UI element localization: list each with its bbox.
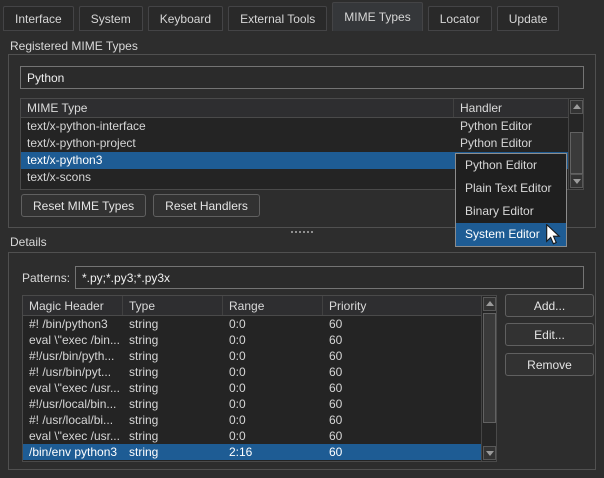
magic-table-row[interactable]: #! /usr/bin/pyt...string0:060 — [23, 364, 496, 380]
splitter-handle[interactable] — [291, 231, 293, 233]
group-title-registered-mime-types: Registered MIME Types — [10, 39, 138, 53]
priority-cell: 60 — [323, 332, 481, 348]
column-header-priority[interactable]: Priority — [323, 296, 481, 315]
magic-header-cell: eval \"exec /usr... — [23, 380, 123, 396]
range-cell: 0:0 — [223, 412, 323, 428]
patterns-input[interactable] — [75, 266, 584, 289]
magic-header-cell: #! /usr/local/bi... — [23, 412, 123, 428]
priority-cell: 60 — [323, 396, 481, 412]
magic-header-cell: eval \"exec /bin... — [23, 332, 123, 348]
type-cell: string — [123, 444, 223, 460]
magic-table-row[interactable]: eval \"exec /usr...string0:060 — [23, 380, 496, 396]
column-header-handler[interactable]: Handler — [454, 99, 568, 117]
reset-buttons-row: Reset MIME Types Reset Handlers — [21, 194, 260, 217]
magic-table-header[interactable]: Magic Header Type Range Priority — [23, 296, 496, 316]
magic-header-cell: eval \"exec /usr... — [23, 428, 123, 444]
priority-cell: 60 — [323, 348, 481, 364]
magic-table-row[interactable]: /bin/env python3string2:1660 — [23, 444, 496, 460]
tab-mime-types[interactable]: MIME Types — [332, 2, 422, 31]
tab-bar: InterfaceSystemKeyboardExternal ToolsMIM… — [3, 2, 564, 31]
magic-table-body: #! /bin/python3string0:060eval \"exec /b… — [23, 316, 496, 460]
magic-table-row[interactable]: eval \"exec /bin...string0:060 — [23, 332, 496, 348]
magic-header-cell: /bin/env python3 — [23, 444, 123, 460]
mime-table-row[interactable]: text/x-python-interfacePython Editor — [21, 118, 583, 135]
dropdown-item-plain-text-editor[interactable]: Plain Text Editor — [456, 177, 566, 200]
scrollbar-thumb[interactable] — [570, 132, 583, 174]
scrollbar-thumb[interactable] — [483, 313, 496, 423]
type-cell: string — [123, 316, 223, 332]
mime-type-cell: text/x-scons — [21, 169, 454, 186]
type-cell: string — [123, 380, 223, 396]
type-cell: string — [123, 428, 223, 444]
scroll-down-icon — [573, 179, 581, 184]
magic-headers-table[interactable]: Magic Header Type Range Priority #! /bin… — [22, 295, 497, 462]
remove-button[interactable]: Remove — [505, 353, 594, 376]
column-header-range[interactable]: Range — [223, 296, 323, 315]
magic-table-row[interactable]: eval \"exec /usr...string0:060 — [23, 428, 496, 444]
scroll-up-icon — [573, 104, 581, 109]
type-cell: string — [123, 364, 223, 380]
handler-cell: Python Editor — [454, 135, 583, 152]
scroll-down-button[interactable] — [570, 174, 583, 188]
magic-table-scrollbar[interactable] — [481, 296, 496, 461]
dropdown-item-python-editor[interactable]: Python Editor — [456, 154, 566, 177]
mime-type-cell: text/x-python3 — [21, 152, 454, 169]
patterns-label: Patterns: — [22, 271, 70, 285]
magic-header-cell: #!/usr/bin/pyth... — [23, 348, 123, 364]
priority-cell: 60 — [323, 412, 481, 428]
scroll-up-icon — [486, 301, 494, 306]
magic-table-row[interactable]: #!/usr/bin/pyth...string0:060 — [23, 348, 496, 364]
mouse-cursor — [546, 224, 561, 245]
dropdown-item-binary-editor[interactable]: Binary Editor — [456, 200, 566, 223]
type-cell: string — [123, 412, 223, 428]
magic-table-row[interactable]: #!/usr/local/bin...string0:060 — [23, 396, 496, 412]
handler-cell: Python Editor — [454, 118, 583, 135]
tab-update[interactable]: Update — [497, 6, 560, 31]
magic-header-cell: #!/usr/local/bin... — [23, 396, 123, 412]
tab-interface[interactable]: Interface — [3, 6, 74, 31]
range-cell: 0:0 — [223, 316, 323, 332]
range-cell: 0:0 — [223, 428, 323, 444]
magic-header-cell: #! /usr/bin/pyt... — [23, 364, 123, 380]
tab-external-tools[interactable]: External Tools — [228, 6, 327, 31]
mime-table-row[interactable]: text/x-python-projectPython Editor — [21, 135, 583, 152]
tab-keyboard[interactable]: Keyboard — [148, 6, 223, 31]
scroll-down-button[interactable] — [483, 446, 496, 460]
mime-type-cell: text/x-python-interface — [21, 118, 454, 135]
mime-filter-input[interactable] — [20, 66, 584, 89]
type-cell: string — [123, 348, 223, 364]
mime-type-cell: text/x-python-project — [21, 135, 454, 152]
range-cell: 2:16 — [223, 444, 323, 460]
column-header-magic-header[interactable]: Magic Header — [23, 296, 123, 315]
column-header-mime-type[interactable]: MIME Type — [21, 99, 454, 117]
priority-cell: 60 — [323, 428, 481, 444]
mime-table-header[interactable]: MIME Type Handler — [21, 99, 583, 118]
range-cell: 0:0 — [223, 380, 323, 396]
type-cell: string — [123, 396, 223, 412]
range-cell: 0:0 — [223, 332, 323, 348]
reset-handlers-button[interactable]: Reset Handlers — [153, 194, 260, 217]
mime-table-scrollbar[interactable] — [568, 99, 583, 189]
magic-header-cell: #! /bin/python3 — [23, 316, 123, 332]
scroll-down-icon — [486, 451, 494, 456]
priority-cell: 60 — [323, 444, 481, 460]
range-cell: 0:0 — [223, 396, 323, 412]
type-cell: string — [123, 332, 223, 348]
reset-mime-types-button[interactable]: Reset MIME Types — [21, 194, 146, 217]
tab-locator[interactable]: Locator — [428, 6, 492, 31]
edit-button[interactable]: Edit... — [505, 323, 594, 346]
group-title-details: Details — [10, 235, 47, 249]
scroll-up-button[interactable] — [570, 100, 583, 114]
priority-cell: 60 — [323, 316, 481, 332]
priority-cell: 60 — [323, 380, 481, 396]
magic-table-row[interactable]: #! /bin/python3string0:060 — [23, 316, 496, 332]
range-cell: 0:0 — [223, 364, 323, 380]
add-button[interactable]: Add... — [505, 294, 594, 317]
magic-table-row[interactable]: #! /usr/local/bi...string0:060 — [23, 412, 496, 428]
tab-system[interactable]: System — [79, 6, 143, 31]
priority-cell: 60 — [323, 364, 481, 380]
range-cell: 0:0 — [223, 348, 323, 364]
scroll-up-button[interactable] — [483, 297, 496, 311]
column-header-type[interactable]: Type — [123, 296, 223, 315]
